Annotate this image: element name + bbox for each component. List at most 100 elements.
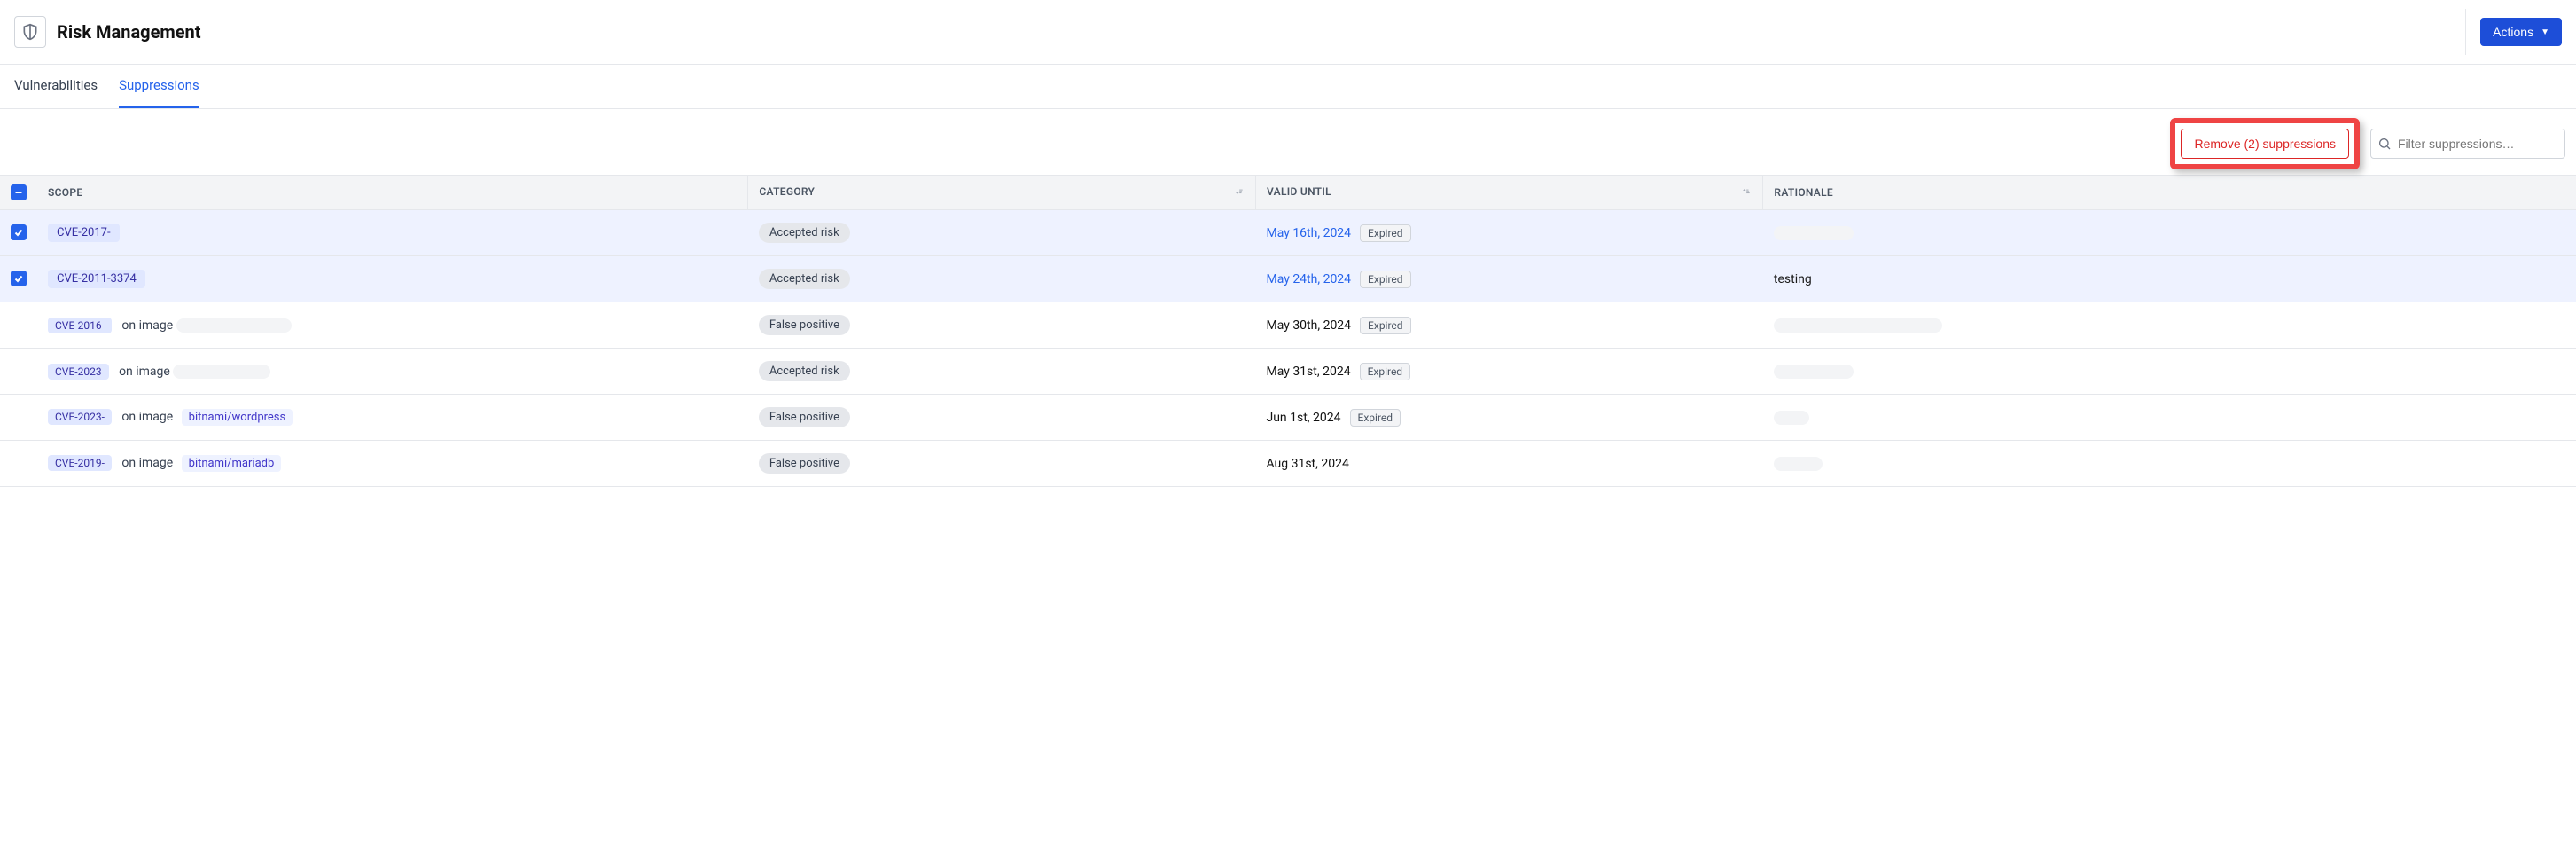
valid-until-date[interactable]: May 16th, 2024 (1266, 226, 1351, 240)
rationale-redacted (1774, 365, 1854, 379)
category-cell: Accepted risk (748, 349, 1256, 395)
row-checkbox-cell (0, 395, 37, 441)
rationale-cell (1763, 210, 2576, 256)
category-badge: Accepted risk (759, 361, 850, 381)
expired-badge: Expired (1360, 317, 1411, 334)
valid-until-date: Aug 31st, 2024 (1266, 457, 1348, 471)
category-cell: False positive (748, 302, 1256, 349)
valid-until-date: May 30th, 2024 (1266, 318, 1351, 333)
valid-until-cell: May 16th, 2024 Expired (1255, 210, 1762, 256)
column-valid-until[interactable]: VALID UNTIL (1255, 176, 1762, 210)
row-checkbox-cell (0, 441, 37, 487)
select-all-checkbox[interactable] (11, 184, 27, 200)
page-title: Risk Management (57, 21, 201, 43)
column-valid-label: VALID UNTIL (1267, 185, 1331, 198)
table-row: CVE-2023- on image bitnami/wordpressFals… (0, 395, 2576, 441)
cve-chip[interactable]: CVE-2011-3374 (48, 270, 145, 288)
rationale-cell (1763, 395, 2576, 441)
category-cell: False positive (748, 441, 1256, 487)
scope-cell: CVE-2017- (37, 210, 748, 256)
rationale-cell: testing (1763, 256, 2576, 302)
table-row: CVE-2011-3374Accepted riskMay 24th, 2024… (0, 256, 2576, 302)
actions-button[interactable]: Actions ▼ (2480, 18, 2562, 46)
rationale-redacted (1774, 226, 1854, 240)
image-redacted (176, 318, 292, 333)
image-redacted (173, 365, 270, 379)
caret-down-icon: ▼ (2541, 27, 2549, 37)
suppressions-table: SCOPE CATEGORY VALID UNTIL RATIONALE CVE… (0, 175, 2576, 487)
header-right: Actions ▼ (2465, 9, 2562, 55)
sort-icon (1739, 185, 1752, 200)
scope-text: on image (121, 456, 173, 470)
cve-chip[interactable]: CVE-2019- (48, 455, 112, 471)
valid-until-date: May 31st, 2024 (1266, 365, 1350, 379)
column-category-label: CATEGORY (759, 185, 815, 198)
expired-badge: Expired (1360, 224, 1411, 242)
valid-until-date[interactable]: May 24th, 2024 (1266, 272, 1351, 286)
header-left: Risk Management (14, 16, 201, 48)
table-row: CVE-2016- on image False positive May 30t… (0, 302, 2576, 349)
search-wrap (2370, 129, 2565, 159)
row-checkbox[interactable] (11, 224, 27, 240)
image-chip[interactable]: bitnami/mariadb (182, 455, 282, 472)
cve-chip[interactable]: CVE-2016- (48, 318, 112, 333)
cve-chip[interactable]: CVE-2017- (48, 224, 120, 242)
category-cell: False positive (748, 395, 1256, 441)
row-checkbox-cell (0, 349, 37, 395)
tab-vulnerabilities[interactable]: Vulnerabilities (14, 65, 98, 108)
remove-highlight-box: Remove (2) suppressions (2170, 118, 2360, 169)
scope-text: on image (119, 365, 170, 379)
page-header: Risk Management Actions ▼ (0, 0, 2576, 65)
rationale-redacted (1774, 457, 1823, 471)
tab-suppressions[interactable]: Suppressions (119, 65, 199, 108)
rationale-cell (1763, 349, 2576, 395)
category-cell: Accepted risk (748, 256, 1256, 302)
valid-until-date: Jun 1st, 2024 (1266, 411, 1340, 425)
scope-cell: CVE-2023 on image (37, 349, 748, 395)
expired-badge: Expired (1360, 271, 1411, 288)
search-icon (2377, 137, 2392, 151)
rationale-cell (1763, 302, 2576, 349)
remove-suppressions-button[interactable]: Remove (2) suppressions (2181, 129, 2349, 159)
tabs: Vulnerabilities Suppressions (0, 65, 2576, 109)
cve-chip[interactable]: CVE-2023- (48, 409, 112, 425)
valid-until-cell: May 30th, 2024 Expired (1255, 302, 1762, 349)
row-checkbox[interactable] (11, 271, 27, 286)
category-cell: Accepted risk (748, 210, 1256, 256)
expired-badge: Expired (1350, 409, 1401, 427)
scope-cell: CVE-2023- on image bitnami/wordpress (37, 395, 748, 441)
rationale-cell (1763, 441, 2576, 487)
image-chip[interactable]: bitnami/wordpress (182, 409, 293, 426)
row-checkbox-cell (0, 210, 37, 256)
row-checkbox-cell (0, 256, 37, 302)
table-body: CVE-2017- Accepted risk May 16th, 2024 Expi… (0, 210, 2576, 487)
rationale-redacted (1774, 318, 1942, 333)
valid-until-cell: May 31st, 2024Expired (1255, 349, 1762, 395)
valid-until-cell: May 24th, 2024 Expired (1255, 256, 1762, 302)
valid-until-cell: Jun 1st, 2024 Expired (1255, 395, 1762, 441)
table-row: CVE-2017- Accepted risk May 16th, 2024 Expi… (0, 210, 2576, 256)
scope-text: on image (121, 410, 173, 424)
sort-icon (1232, 185, 1245, 200)
category-badge: Accepted risk (759, 223, 850, 243)
filter-suppressions-input[interactable] (2370, 129, 2565, 159)
table-row: CVE-2023 on image Accepted risk May 31st,… (0, 349, 2576, 395)
category-badge: False positive (759, 453, 850, 474)
scope-text: on image (121, 318, 173, 333)
column-scope[interactable]: SCOPE (37, 176, 748, 210)
scope-cell: CVE-2016- on image (37, 302, 748, 349)
category-badge: False positive (759, 315, 850, 335)
shield-icon (14, 16, 46, 48)
toolbar: Remove (2) suppressions (0, 109, 2576, 175)
actions-label: Actions (2493, 25, 2533, 39)
table-row: CVE-2019- on image bitnami/mariadb False … (0, 441, 2576, 487)
cve-chip[interactable]: CVE-2023 (48, 364, 109, 380)
scope-cell: CVE-2011-3374 (37, 256, 748, 302)
rationale-text: testing (1774, 272, 1812, 286)
rationale-redacted (1774, 411, 1809, 425)
row-checkbox-cell (0, 302, 37, 349)
column-rationale[interactable]: RATIONALE (1763, 176, 2576, 210)
column-category[interactable]: CATEGORY (748, 176, 1256, 210)
header-checkbox-cell (0, 176, 37, 210)
scope-cell: CVE-2019- on image bitnami/mariadb (37, 441, 748, 487)
